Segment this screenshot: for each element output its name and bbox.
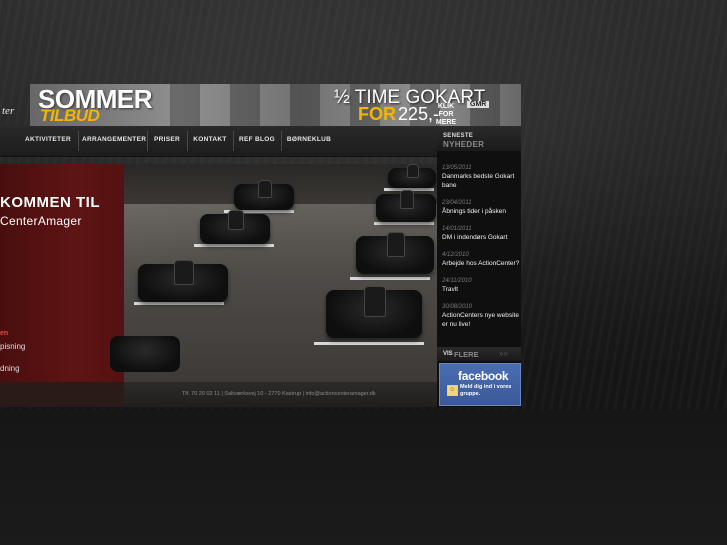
kart-seat: [258, 180, 272, 198]
nav-divider: [187, 131, 188, 151]
nav-item-ref-blog[interactable]: REF BLOG: [236, 126, 278, 156]
nav-item-borneklub[interactable]: BØRNEKLUB: [284, 126, 334, 156]
gokart-image: [356, 232, 434, 274]
track-line: [314, 342, 424, 345]
news-date: 30/08/2010: [442, 304, 473, 310]
gokart-image: [376, 190, 436, 222]
news-date: 4/12/2010: [442, 252, 469, 258]
gokart-image: [110, 336, 180, 372]
welcome-link[interactable]: en: [0, 330, 8, 337]
main-content: KOMMEN TIL CenterAmager en pisning dning…: [0, 156, 437, 407]
show-more-flere: FLERE: [454, 350, 479, 359]
double-chevron-right-icon: »»: [499, 349, 508, 358]
news-header: SENESTE NYHEDER: [437, 126, 521, 151]
kart-seat: [364, 286, 386, 317]
banner-for-text: FOR: [358, 104, 396, 124]
nav-item-arrangementer[interactable]: ARRANGEMENTER: [82, 126, 146, 156]
news-date: 23/04/2011: [442, 200, 472, 206]
kart-seat: [174, 260, 194, 285]
facebook-cta-text: Meld dig ind i vores gruppe.: [460, 384, 512, 397]
nav-divider: [147, 131, 148, 151]
track-line: [350, 277, 430, 280]
news-date: 14/01/2011: [442, 226, 472, 232]
banner-tilbud-text: TILBUD: [40, 106, 100, 125]
news-header-nyheder: NYHEDER: [443, 140, 485, 149]
news-title[interactable]: Åbnings tider i påsken: [442, 207, 520, 216]
banner-gmr-logo: GMR: [467, 101, 490, 108]
facebook-logo-text: facebook: [458, 369, 509, 383]
main-nav: AKTIVITETER ARRANGEMENTER PRISER KONTAKT…: [0, 126, 437, 157]
news-title[interactable]: Travlt: [442, 285, 520, 294]
track-line: [134, 302, 224, 305]
contact-info: Tlf. 70 20 02 11 | Saltværksvej 10 - 277…: [182, 391, 376, 397]
news-date: 13/05/2011: [442, 165, 472, 171]
news-title[interactable]: Arbejde hos ActionCenter?: [442, 259, 520, 268]
show-more-vis: VIS: [443, 351, 453, 357]
kart-seat: [387, 232, 405, 257]
page-background-lower: [0, 410, 727, 545]
news-title[interactable]: DM i indendørs Gokart: [442, 233, 520, 242]
show-more-button[interactable]: VIS FLERE »»: [437, 347, 521, 361]
contact-footer: Tlf. 70 20 02 11 | Saltværksvej 10 - 277…: [124, 382, 437, 407]
kart-seat: [400, 190, 414, 209]
facebook-group-button[interactable]: facebook ☺ Meld dig ind i vores gruppe.: [439, 363, 521, 406]
nav-item-aktiviteter[interactable]: AKTIVITETER: [22, 126, 74, 156]
track-line: [194, 244, 274, 247]
nav-item-priser[interactable]: PRISER: [150, 126, 184, 156]
kart-seat: [228, 210, 244, 230]
welcome-panel: KOMMEN TIL CenterAmager en pisning dning: [0, 164, 124, 407]
gokart-image: [138, 260, 228, 302]
nav-divider: [233, 131, 234, 151]
nav-divider: [78, 131, 79, 151]
news-item[interactable]: 13/05/2011 Danmarks bedste Gokart bane: [442, 164, 520, 190]
kart-seat: [407, 164, 419, 178]
news-item[interactable]: 30/08/2010 ActionCenters nye website er …: [442, 303, 520, 329]
banner-click-info[interactable]: KLIK FOR MERE INFO: [430, 103, 462, 126]
welcome-subheading: CenterAmager: [0, 214, 82, 228]
news-item[interactable]: 24/11/2010 Travlt: [442, 277, 520, 294]
welcome-list-item[interactable]: dning: [0, 364, 20, 373]
summer-offer-banner[interactable]: SOMMER TILBUD ½ TIME GOKART FOR 225,- KL…: [30, 84, 521, 126]
footer-left: [0, 382, 124, 407]
nav-divider: [281, 131, 282, 151]
logo-text: ter: [2, 105, 15, 117]
news-item[interactable]: 4/12/2010 Arbejde hos ActionCenter?: [442, 251, 520, 268]
news-title[interactable]: ActionCenters nye website er nu live!: [442, 311, 520, 329]
news-date: 24/11/2010: [442, 278, 472, 284]
news-header-seneste: SENESTE: [443, 133, 474, 139]
nav-item-kontakt[interactable]: KONTAKT: [190, 126, 230, 156]
track-line: [374, 222, 434, 225]
gokart-image: [234, 180, 294, 210]
facebook-group-icon: ☺: [447, 385, 458, 396]
news-item[interactable]: 14/01/2011 DM i indendørs Gokart: [442, 225, 520, 242]
news-item[interactable]: 23/04/2011 Åbnings tider i påsken: [442, 199, 520, 216]
gokart-image: [326, 286, 422, 338]
news-title[interactable]: Danmarks bedste Gokart bane: [442, 172, 520, 190]
welcome-list-item[interactable]: pisning: [0, 342, 25, 351]
gokart-image: [388, 164, 436, 188]
gokart-image: [200, 210, 270, 244]
welcome-heading: KOMMEN TIL: [0, 194, 100, 211]
